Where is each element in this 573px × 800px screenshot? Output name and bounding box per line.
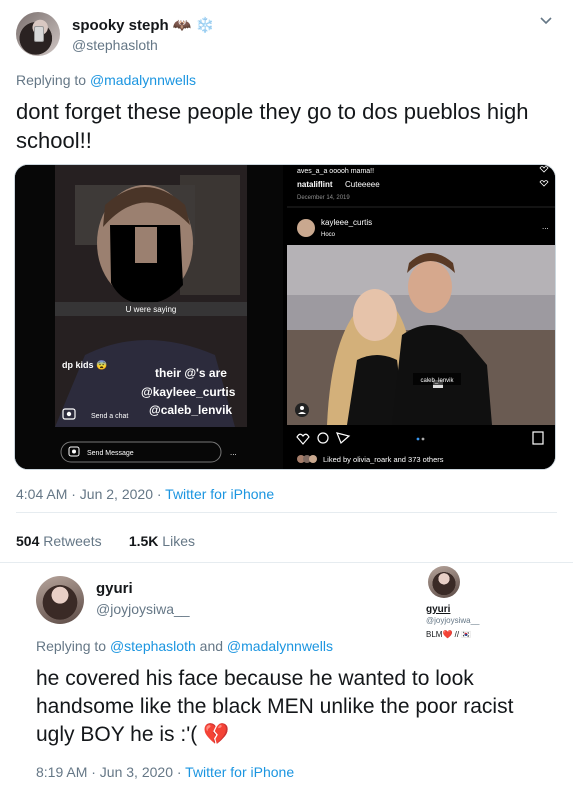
likes-stat[interactable]: 1.5K Likes [129, 533, 195, 549]
ig-post-user[interactable]: kayleee_curtis [321, 218, 372, 227]
mini-bio: BLM❤️ // 🇰🇷 [426, 630, 472, 639]
ig-post-avatar[interactable] [297, 219, 315, 237]
instagram-screenshot[interactable]: aves_a_a ooooh mama!! nataliflint Cuteee… [287, 165, 555, 469]
ig-comment-2-user[interactable]: nataliflint [297, 180, 333, 189]
tweet-timestamp: 4:04 AM · Jun 2, 2020 · Twitter for iPho… [16, 486, 274, 502]
mini-name: gyuri [426, 604, 451, 615]
reply-author-name[interactable]: gyuri [96, 580, 133, 597]
phone-icon [34, 26, 44, 42]
replying-to: Replying to @madalynnwells [16, 72, 196, 88]
send-chat-label[interactable]: Send a chat [91, 413, 128, 420]
reply-replying-prefix: Replying to [36, 638, 110, 654]
snap-caption-2: dp kids 😨 [62, 360, 107, 370]
send-message-label: Send Message [87, 450, 134, 457]
chevron-down-icon[interactable] [539, 14, 553, 28]
author-name[interactable]: spooky steph 🦇 ❄️ [72, 16, 214, 34]
snap-caption-3-line3: @caleb_lenvik [149, 403, 232, 417]
likes-label: Likes [158, 533, 195, 549]
reply-source-link[interactable]: Twitter for iPhone [185, 764, 294, 780]
reply-timestamp: 8:19 AM · Jun 3, 2020 · Twitter for iPho… [36, 764, 294, 780]
reply-handle-link-1[interactable]: @stephasloth [110, 638, 196, 654]
mini-handle: @joyjoysiwa__ [426, 616, 480, 625]
ig-likes-text[interactable]: Liked by olivia_roark and 373 others [323, 455, 444, 464]
snapchat-screenshot[interactable]: U were saying dp kids 😨 their @'s are @k… [15, 165, 283, 469]
likes-count: 1.5K [128, 533, 159, 549]
ig-comment-1: aves_a_a ooooh mama!! [297, 168, 374, 175]
divider [0, 562, 573, 563]
retweets-stat[interactable]: 504 Retweets [16, 533, 102, 549]
more-icon[interactable]: ... [230, 448, 237, 457]
source-link[interactable]: Twitter for iPhone [165, 486, 274, 502]
tweet-text: dont forget these people they go to dos … [16, 99, 529, 153]
ig-more-icon[interactable]: ... [542, 222, 549, 231]
ig-tag[interactable]: caleb_lenvik [420, 378, 454, 384]
ig-date: December 14, 2019 [297, 195, 350, 201]
author-handle[interactable]: @stephasloth [72, 37, 158, 53]
tweet-stats: 504 Retweets 1.5K Likes [16, 533, 195, 549]
retweets-label: Retweets [39, 533, 102, 549]
replying-handle-link[interactable]: @madalynnwells [90, 72, 196, 88]
reply-replying-and: and [195, 638, 227, 654]
ig-comment-2-text: Cuteeeee [345, 180, 380, 189]
snap-caption-3-line2: @kayleee_curtis [141, 385, 236, 399]
retweets-count: 504 [16, 533, 40, 549]
snap-caption-1: U were saying [126, 305, 177, 314]
reply-replying-to: Replying to @stephasloth and @madalynnwe… [36, 638, 333, 654]
author-avatar[interactable] [16, 12, 60, 56]
divider [16, 512, 557, 513]
tweet-media[interactable]: U were saying dp kids 😨 their @'s are @k… [14, 164, 556, 470]
profile-mini-card: gyuri @joyjoysiwa__ BLM❤️ // 🇰🇷 [418, 566, 488, 646]
reply-timestamp-text[interactable]: 8:19 AM · Jun 3, 2020 · [36, 764, 185, 780]
reply-author-avatar[interactable] [36, 576, 84, 624]
reply-text: he covered his face because he wanted to… [36, 667, 514, 746]
reply-handle-link-2[interactable]: @madalynnwells [227, 638, 333, 654]
reply-author-handle[interactable]: @joyjoysiwa__ [96, 601, 190, 617]
mini-avatar [428, 566, 460, 598]
ig-post-sub: Hoco [321, 232, 336, 238]
replying-prefix: Replying to [16, 72, 90, 88]
timestamp-text[interactable]: 4:04 AM · Jun 2, 2020 · [16, 486, 165, 502]
snap-caption-3-line1: their @'s are [155, 366, 227, 380]
